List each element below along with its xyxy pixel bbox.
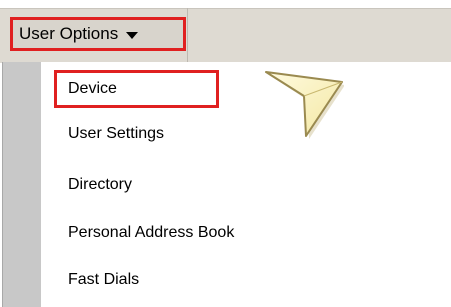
pointer-arrow-icon [265, 71, 344, 139]
menu-item-label: Directory [68, 176, 133, 193]
menu-item-label: Personal Address Book [68, 224, 235, 241]
user-options-label: User Options [19, 24, 119, 43]
menu-bar: User Options [0, 0, 451, 63]
menu-item-label: Device [68, 80, 117, 97]
menu-item-personal-address-book[interactable]: Personal Address Book [54, 214, 354, 252]
menu-item-fast-dials[interactable]: Fast Dials [54, 261, 354, 299]
dropdown-gutter [2, 62, 41, 307]
menu-bar-divider [187, 8, 188, 62]
menu-item-label: User Settings [68, 125, 165, 142]
user-options-menu-button[interactable]: User Options [10, 17, 186, 51]
menu-item-device[interactable]: Device [54, 70, 219, 108]
menu-item-directory[interactable]: Directory [54, 166, 354, 204]
user-options-dropdown: Device User Settings Directory Personal … [2, 62, 451, 307]
menu-item-label: Fast Dials [68, 271, 140, 288]
caret-down-icon [126, 31, 139, 39]
